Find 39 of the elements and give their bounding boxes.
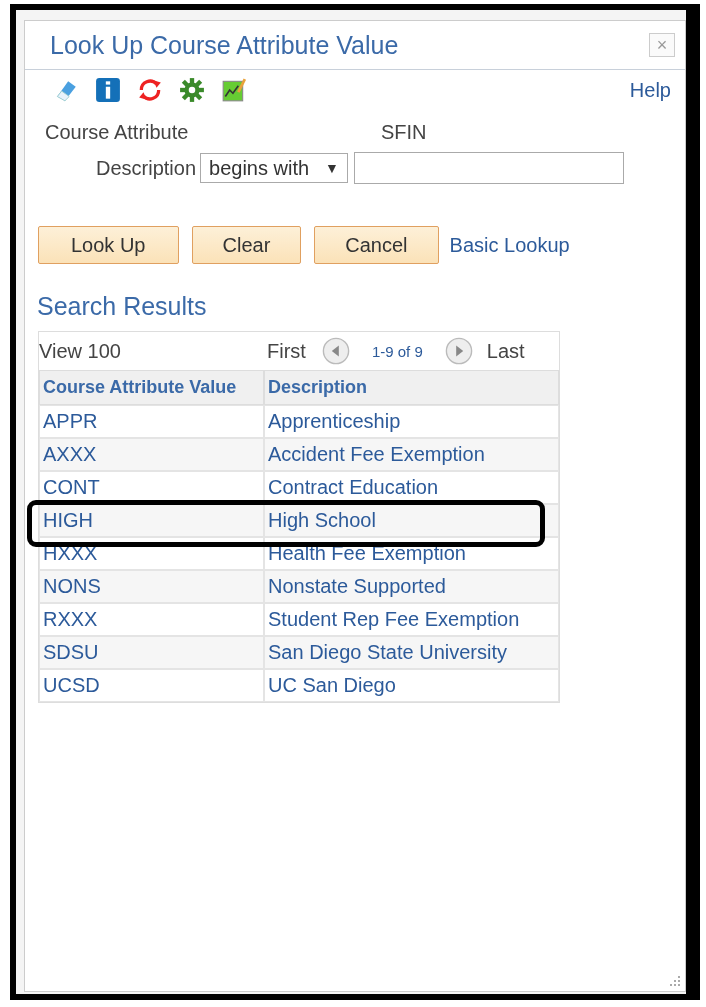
table-cell[interactable]: Apprenticeship xyxy=(264,405,559,438)
window-title: Look Up Course Attribute Value xyxy=(50,30,399,60)
table-cell[interactable]: HIGH xyxy=(39,504,264,537)
table-cell[interactable]: APPR xyxy=(39,405,264,438)
last-link[interactable]: Last xyxy=(486,339,525,363)
next-icon[interactable] xyxy=(444,337,473,365)
table-cell[interactable]: AXXX xyxy=(39,438,264,471)
table-cell[interactable]: Nonstate Supported xyxy=(264,570,559,603)
table-cell[interactable]: NONS xyxy=(39,570,264,603)
resize-grip-icon[interactable] xyxy=(669,975,681,987)
table-cell[interactable]: RXXX xyxy=(39,603,264,636)
table-cell[interactable]: High School xyxy=(264,504,559,537)
description-field[interactable] xyxy=(353,152,624,184)
previous-icon[interactable] xyxy=(321,337,350,365)
table-cell[interactable]: UCSD xyxy=(39,669,264,702)
field-label: Course Attribute xyxy=(45,120,190,144)
section-title: Search Results xyxy=(36,291,208,321)
page-range: 1-9 of 9 xyxy=(371,342,423,360)
table-cell[interactable]: SDSU xyxy=(39,636,264,669)
info-icon[interactable] xyxy=(95,77,121,103)
settings-icon[interactable] xyxy=(179,77,205,103)
field-value: SFIN xyxy=(381,120,427,144)
basic-lookup-link[interactable]: Basic Lookup xyxy=(449,233,570,257)
refresh-icon[interactable] xyxy=(137,77,163,103)
field-label: Description xyxy=(96,156,197,180)
table-cell[interactable]: Accident Fee Exemption xyxy=(264,438,559,471)
chart-icon[interactable] xyxy=(221,77,247,103)
first-link[interactable]: First xyxy=(267,339,306,363)
table-cell[interactable]: San Diego State University xyxy=(264,636,559,669)
table-cell[interactable]: UC San Diego xyxy=(264,669,559,702)
table-cell[interactable]: Student Rep Fee Exemption xyxy=(264,603,559,636)
action-button[interactable]: Cancel xyxy=(314,226,439,264)
operator-dropdown[interactable]: begins with ▼ xyxy=(200,153,348,183)
action-button[interactable]: Look Up xyxy=(38,226,179,264)
column-header[interactable]: Description xyxy=(264,370,559,405)
help-link[interactable]: Help xyxy=(629,78,671,102)
view-all-link[interactable]: View 100 xyxy=(39,339,267,363)
column-header[interactable]: Course Attribute Value xyxy=(39,370,264,405)
action-button[interactable]: Clear xyxy=(191,226,302,264)
